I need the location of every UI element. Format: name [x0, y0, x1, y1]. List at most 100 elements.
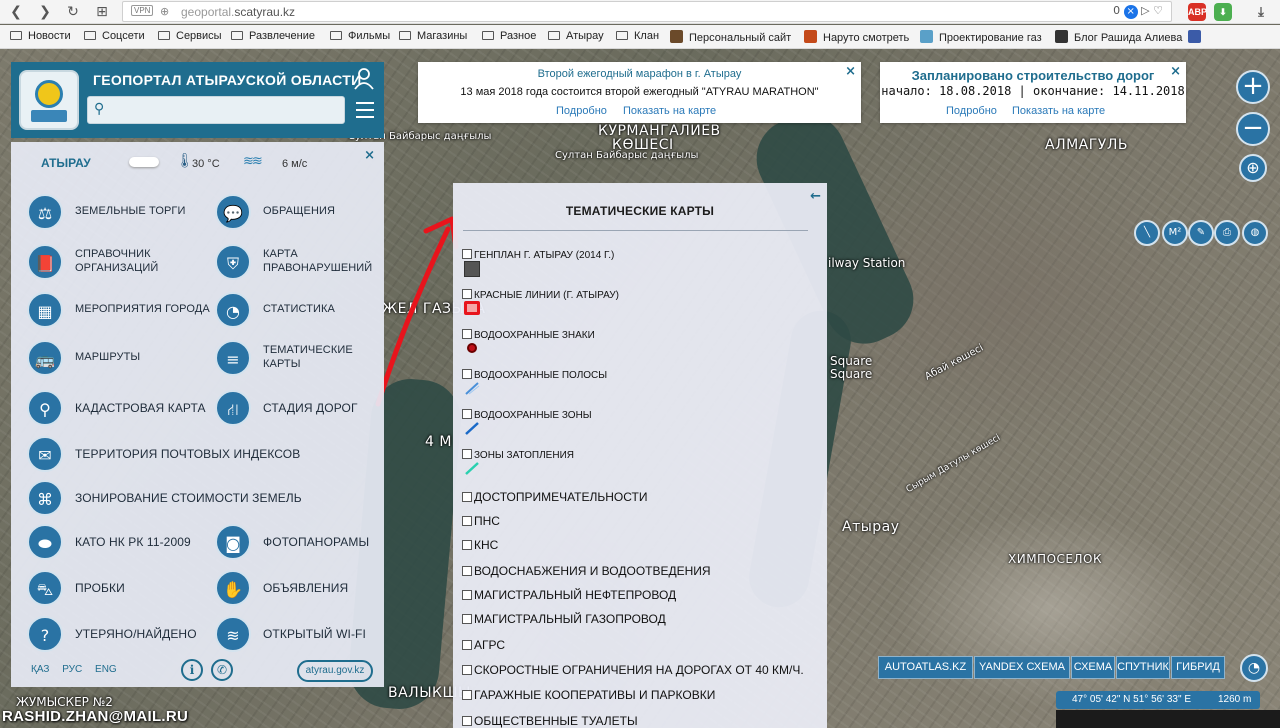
layer-item[interactable]: КРАСНЫЕ ЛИНИИ (Г. АТЫРАУ)	[462, 285, 619, 303]
hamburger-menu-icon[interactable]	[356, 102, 374, 118]
layer-item[interactable]: ВОДООХРАННЫЕ ПОЛОСЫ	[462, 365, 607, 383]
adblock-icon[interactable]: ABP	[1188, 3, 1207, 21]
details-link[interactable]: Подробно	[946, 105, 997, 117]
layer-checkbox[interactable]	[462, 690, 472, 700]
address-bar[interactable]: VPN ⊕ geoportal.scatyrau.kz 0 × ▷ ♡	[122, 1, 1172, 22]
layer-checkbox[interactable]	[462, 409, 472, 419]
back-arrow-icon[interactable]: ←	[810, 189, 821, 204]
search-input[interactable]	[114, 100, 339, 120]
bookmark-item[interactable]: Персональный сайт	[670, 30, 791, 44]
show-on-map-link[interactable]: Показать на карте	[623, 105, 716, 117]
close-icon[interactable]: ×	[364, 148, 375, 163]
layer-checkbox[interactable]	[462, 249, 472, 259]
menu-item[interactable]: ⛙ СТАДИЯ ДОРОГ	[215, 390, 375, 428]
map-type-satellite[interactable]: СПУТНИК	[1116, 656, 1170, 679]
menu-item[interactable]: ✉ ТЕРРИТОРИЯ ПОЧТОВЫХ ИНДЕКСОВ	[27, 436, 357, 474]
details-link[interactable]: Подробно	[556, 105, 607, 117]
gov-site-link[interactable]: atyrau.gov.kz	[297, 660, 373, 682]
lang-en[interactable]: ENG	[95, 664, 117, 675]
bookmark-item[interactable]: Соцсети	[84, 30, 145, 42]
layer-item[interactable]: АГРС	[462, 636, 505, 654]
layer-checkbox[interactable]	[462, 716, 472, 726]
lang-ru[interactable]: РУС	[62, 664, 82, 675]
url-text[interactable]: geoportal.scatyrau.kz	[181, 5, 295, 19]
bookmark-item[interactable]: Атырау	[548, 30, 604, 42]
globe-icon[interactable]: ⊕	[1239, 154, 1267, 182]
layer-checkbox[interactable]	[462, 540, 472, 550]
bookmark-item[interactable]: Разное	[482, 30, 536, 42]
vpn-badge[interactable]: VPN	[131, 5, 154, 16]
send-icon[interactable]: ▷	[1141, 4, 1149, 17]
reload-icon[interactable]: ↻	[63, 2, 83, 22]
layer-item[interactable]: СКОРОСТНЫЕ ОГРАНИЧЕНИЯ НА ДОРОГАХ ОТ 40 …	[462, 661, 804, 679]
layer-item[interactable]: ОБЩЕСТВЕННЫЕ ТУАЛЕТЫ	[462, 712, 638, 728]
bookmark-item[interactable]: Клан	[616, 30, 659, 42]
info-icon[interactable]: i	[181, 659, 203, 681]
map-type-scheme[interactable]: СХЕМА	[1071, 656, 1115, 679]
layer-checkbox[interactable]	[462, 640, 472, 650]
layer-item[interactable]: ВОДООХРАННЫЕ ЗОНЫ	[462, 405, 592, 423]
grid-icon[interactable]: ⊞	[92, 2, 112, 22]
layer-checkbox[interactable]	[462, 369, 472, 379]
user-icon[interactable]	[354, 68, 374, 90]
search-icon[interactable]: ⚲	[94, 101, 104, 117]
menu-item[interactable]: ≡ ТЕМАТИЧЕСКИЕ КАРТЫ	[215, 340, 375, 378]
layer-checkbox[interactable]	[462, 449, 472, 459]
layer-checkbox[interactable]	[462, 614, 472, 624]
rotate-globe-icon[interactable]: ◔	[1240, 654, 1268, 682]
menu-item[interactable]: ⛨ КАРТА ПРАВОНАРУШЕНИЙ	[215, 244, 375, 282]
menu-item[interactable]: ⌘ ЗОНИРОВАНИЕ СТОИМОСТИ ЗЕМЕЛЬ	[27, 480, 357, 518]
back-icon[interactable]: ❮	[6, 2, 26, 22]
globe-icon[interactable]: ◍	[1242, 220, 1268, 246]
bookmark-item[interactable]: Магазины	[399, 30, 467, 42]
pencil-icon[interactable]: ✎	[1188, 220, 1214, 246]
layer-item[interactable]: МАГИСТРАЛЬНЫЙ ГАЗОПРОВОД	[462, 610, 666, 628]
menu-item[interactable]: ≋ ОТКРЫТЫЙ WI-FI	[215, 616, 375, 654]
print-icon[interactable]: ⎙	[1214, 220, 1240, 246]
show-on-map-link[interactable]: Показать на карте	[1012, 105, 1105, 117]
layer-item[interactable]: ГАРАЖНЫЕ КООПЕРАТИВЫ И ПАРКОВКИ	[462, 686, 715, 704]
menu-item[interactable]: ◔ СТАТИСТИКА	[215, 292, 375, 330]
menu-item[interactable]: ◙ ФОТОПАНОРАМЫ	[215, 524, 375, 562]
bookmark-item[interactable]: Новости	[10, 30, 71, 42]
layer-checkbox[interactable]	[462, 590, 472, 600]
layer-item[interactable]: ПНС	[462, 512, 500, 530]
bookmark-item[interactable]: Развлечение	[231, 30, 315, 42]
layer-item[interactable]: ВОДОСНАБЖЕНИЯ И ВОДООТВЕДЕНИЯ	[462, 562, 711, 580]
search-box[interactable]: ⚲	[87, 96, 345, 124]
forward-icon[interactable]: ❯	[35, 2, 55, 22]
menu-item[interactable]: ✋ ОБЪЯВЛЕНИЯ	[215, 570, 375, 608]
download-icon[interactable]: ⤓	[1252, 3, 1270, 21]
layer-item[interactable]: ДОСТОПРИМЕЧАТЕЛЬНОСТИ	[462, 488, 647, 506]
bookmark-item[interactable]: Блог Рашида Алиева	[1055, 30, 1182, 44]
layer-item[interactable]: КНС	[462, 536, 498, 554]
layer-item[interactable]: ВОДООХРАННЫЕ ЗНАКИ	[462, 325, 595, 343]
area-measure-button[interactable]: M²	[1162, 220, 1188, 246]
bookmark-item[interactable]: Фильмы	[330, 30, 390, 42]
clear-icon[interactable]: ×	[1123, 5, 1138, 19]
map-type-yandex[interactable]: YANDEX СХЕМА	[974, 656, 1070, 679]
map-type-hybrid[interactable]: ГИБРИД	[1171, 656, 1225, 679]
atyrau-logo[interactable]	[19, 70, 79, 130]
bookmark-item[interactable]: Проектирование газ	[920, 30, 1042, 44]
ruler-icon[interactable]: ╲	[1134, 220, 1160, 246]
bookmark-item[interactable]: Сервисы	[158, 30, 222, 42]
lang-kz[interactable]: ҚАЗ	[31, 664, 49, 675]
zoom-in-button[interactable]: +	[1236, 70, 1270, 104]
layer-checkbox[interactable]	[462, 329, 472, 339]
layer-checkbox[interactable]	[462, 516, 472, 526]
layer-item[interactable]: МАГИСТРАЛЬНЫЙ НЕФТЕПРОВОД	[462, 586, 676, 604]
layer-checkbox[interactable]	[462, 566, 472, 576]
layer-checkbox[interactable]	[462, 289, 472, 299]
bookmark-item[interactable]: Наруто смотреть	[804, 30, 909, 44]
heart-icon[interactable]: ♡	[1153, 4, 1163, 17]
chart-bookmark-icon[interactable]	[1188, 30, 1207, 44]
map-type-autoatlas[interactable]: AUTOATLAS.KZ	[878, 656, 973, 679]
download-helper-icon[interactable]: ⬇	[1214, 3, 1232, 21]
phone-icon[interactable]: ✆	[211, 659, 233, 681]
zoom-out-button[interactable]: −	[1236, 112, 1270, 146]
layer-item[interactable]: ГЕНПЛАН Г. АТЫРАУ (2014 Г.)	[462, 245, 614, 263]
menu-item[interactable]: 💬 ОБРАЩЕНИЯ	[215, 194, 375, 232]
layer-checkbox[interactable]	[462, 665, 472, 675]
layer-checkbox[interactable]	[462, 492, 472, 502]
